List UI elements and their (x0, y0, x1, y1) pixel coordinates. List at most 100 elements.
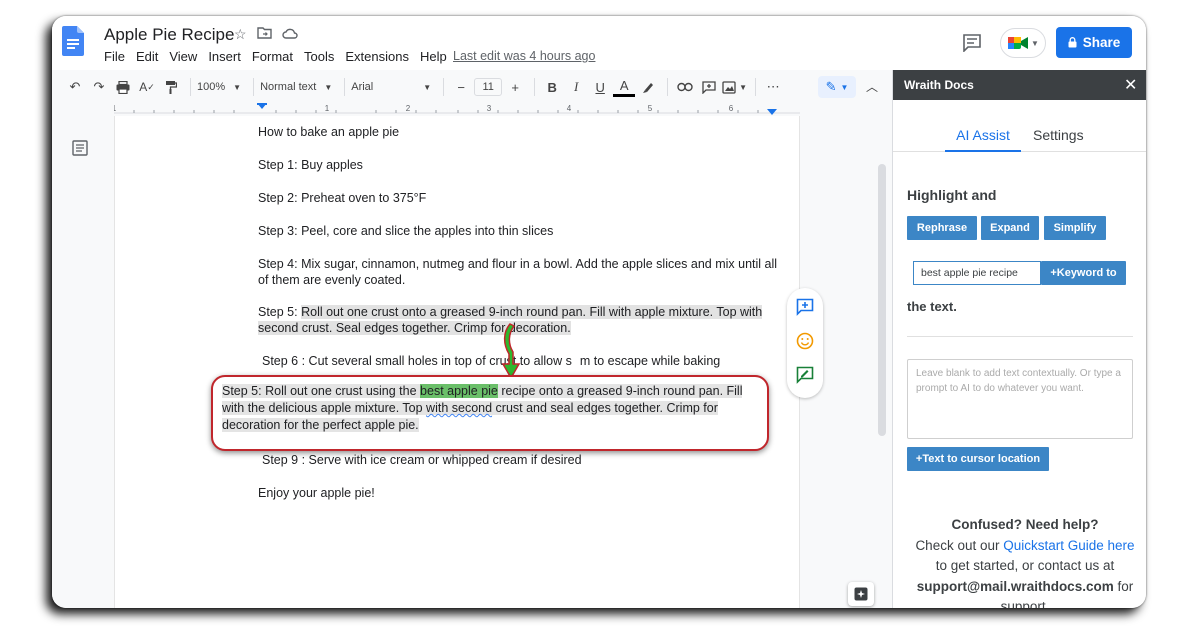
support-email[interactable]: support@mail.wraithdocs.com (917, 579, 1114, 594)
menu-help[interactable]: Help (420, 49, 447, 64)
keyword-button[interactable]: +Keyword to (1041, 261, 1126, 285)
star-icon[interactable]: ☆ (234, 26, 247, 43)
link-icon[interactable] (674, 76, 696, 98)
print-icon[interactable] (112, 76, 134, 98)
ruler-number: 2 (406, 104, 411, 113)
wraith-docs-panel: Wraith Docs ✕ AI Assist Settings Highlig… (892, 70, 1146, 608)
rephrase-button[interactable]: Rephrase (907, 216, 977, 240)
add-comment-icon[interactable] (698, 76, 720, 98)
document-page[interactable]: How to bake an apple pie Step 1: Buy app… (114, 116, 800, 608)
menu-tools[interactable]: Tools (304, 49, 334, 64)
quickstart-link[interactable]: Quickstart Guide here (1003, 538, 1134, 553)
close-icon[interactable]: ✕ (1124, 75, 1137, 95)
editing-mode-button[interactable]: ✎ ▼ (818, 76, 856, 98)
bold-button[interactable]: B (541, 76, 563, 98)
chevron-down-icon: ▼ (840, 82, 849, 92)
comment-icon[interactable] (962, 34, 982, 52)
scrollbar[interactable] (878, 164, 886, 436)
redo-icon[interactable]: ↷ (88, 76, 110, 98)
step5-selected-text: Roll out one crust onto a greased 9-inch… (301, 305, 763, 319)
style-value: Normal text (260, 81, 317, 93)
paint-format-icon[interactable] (160, 76, 182, 98)
underline-button[interactable]: U (589, 76, 611, 98)
italic-button[interactable]: I (565, 76, 587, 98)
suggest-edit-icon[interactable] (796, 366, 814, 384)
font-select[interactable]: Arial ▼ (351, 81, 431, 93)
font-size-input[interactable]: 11 (474, 78, 503, 96)
docs-logo-icon[interactable] (62, 26, 84, 56)
doc-line: How to bake an apple pie (258, 125, 400, 139)
doc-line: Step 2: Preheat oven to 375°F (258, 191, 427, 205)
help-heading: Confused? Need help? (951, 517, 1099, 532)
doc-line: Step 1: Buy apples (258, 158, 363, 172)
rewrite-preview-callout: Step 5: Roll out one crust using the bes… (211, 375, 769, 451)
side-tools (787, 288, 823, 398)
keyword-input[interactable]: best apple pie recipe (913, 261, 1041, 285)
cloud-icon[interactable] (281, 26, 298, 43)
menu-format[interactable]: Format (252, 49, 293, 64)
help-line: to get started, or contact us at (935, 558, 1115, 573)
doc-title[interactable]: Apple Pie Recipe (104, 25, 234, 45)
style-select[interactable]: Normal text ▼ (260, 81, 332, 93)
add-comment-icon[interactable] (796, 298, 814, 316)
undo-icon[interactable]: ↶ (64, 76, 86, 98)
highlight-color-icon[interactable] (637, 76, 659, 98)
callout-line-1: Step 5: Roll out one crust using the bes… (222, 383, 767, 400)
tab-ai-assist[interactable]: AI Assist (945, 108, 1021, 152)
callout-text: decoration for the perfect apple pie. (222, 418, 419, 432)
panel-tabs: AI Assist Settings (893, 108, 1146, 152)
doc-line: Step 9 : Serve with ice cream or whipped… (262, 453, 582, 467)
toolbar-divider (443, 78, 445, 96)
font-size-increase-button[interactable]: + (504, 76, 526, 98)
callout-spellcheck-text: with second (426, 401, 493, 415)
menu-insert[interactable]: Insert (208, 49, 241, 64)
share-button[interactable]: Share (1056, 27, 1132, 58)
doc-line-step5b: second crust. Seal edges together. Crimp… (258, 320, 571, 337)
panel-title: Wraith Docs (904, 78, 974, 92)
spellcheck-icon[interactable]: A ✓ (136, 76, 158, 98)
right-indent-marker[interactable] (767, 109, 777, 115)
explore-button[interactable] (848, 582, 874, 606)
chevron-up-icon[interactable]: ︿ (866, 78, 878, 95)
doc-line: Enjoy your apple pie! (258, 486, 375, 500)
help-line: support. (1000, 599, 1050, 608)
callout-text: Step 5: Roll out one crust using the (222, 384, 421, 398)
more-options-button[interactable]: ⋯ (762, 76, 784, 98)
font-size-decrease-button[interactable]: − (450, 76, 472, 98)
title-bar: Apple Pie Recipe ☆ File Edit View Insert… (52, 16, 1146, 70)
explore-icon (854, 587, 868, 601)
image-icon[interactable]: ▼ (722, 76, 747, 98)
help-line: support@mail.wraithdocs.com for (907, 577, 1143, 598)
callout-line-3: decoration for the perfect apple pie. (222, 417, 767, 434)
outline-icon[interactable] (72, 140, 88, 156)
prompt-textarea[interactable]: Leave blank to add text contextually. Or… (907, 359, 1133, 439)
toolbar-divider (667, 78, 669, 96)
text-to-cursor-button[interactable]: +Text to cursor location (907, 447, 1049, 471)
menu-view[interactable]: View (169, 49, 197, 64)
ruler-number: 5 (648, 104, 653, 113)
last-edit-link[interactable]: Last edit was 4 hours ago (453, 49, 595, 63)
help-section: Confused? Need help? Check out our Quick… (907, 515, 1143, 608)
ruler-number: 3 (487, 104, 492, 113)
menu-file[interactable]: File (104, 49, 125, 64)
meet-button[interactable]: ▼ (1000, 28, 1046, 58)
menu-edit[interactable]: Edit (136, 49, 158, 64)
emoji-icon[interactable] (796, 332, 814, 350)
folder-move-icon[interactable] (256, 26, 272, 43)
chevron-down-icon: ▼ (324, 82, 333, 92)
chevron-down-icon: ▼ (1031, 38, 1039, 48)
callout-text: recipe onto a greased 9-inch round pan. … (497, 384, 743, 398)
text-color-button[interactable]: A (613, 77, 636, 97)
doc-line-step5: Step 5: Roll out one crust onto a grease… (258, 304, 763, 321)
help-text: Check out our (915, 537, 1004, 553)
simplify-button[interactable]: Simplify (1044, 216, 1106, 240)
ruler[interactable]: 1 1 2 3 4 5 6 7 (114, 103, 800, 115)
tab-settings[interactable]: Settings (1033, 127, 1084, 143)
first-line-indent-marker[interactable] (257, 103, 267, 105)
zoom-select[interactable]: 100% ▼ (197, 81, 241, 93)
share-label: Share (1082, 35, 1121, 50)
expand-button[interactable]: Expand (981, 216, 1039, 240)
menu-extensions[interactable]: Extensions (345, 49, 409, 64)
arrow-icon (501, 323, 521, 380)
the-text-label: the text. (907, 299, 957, 314)
